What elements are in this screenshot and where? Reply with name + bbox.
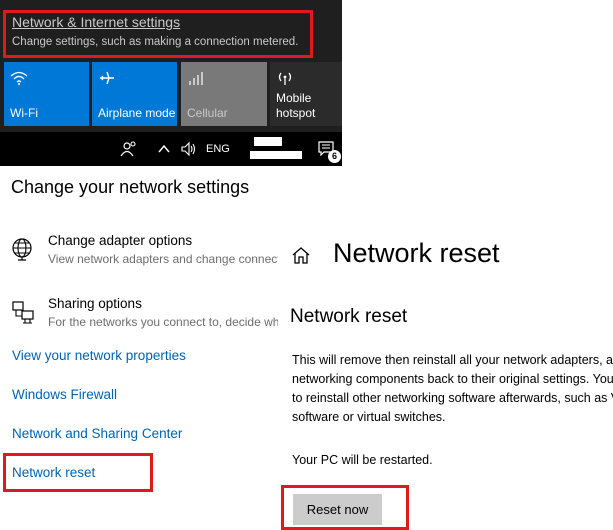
- wifi-tile[interactable]: Wi-Fi: [4, 62, 89, 126]
- change-adapter-options-title: Change adapter options: [48, 233, 193, 248]
- sharing-icon: [12, 301, 34, 324]
- network-sharing-center-link[interactable]: Network and Sharing Center: [12, 426, 182, 441]
- change-network-settings-title: Change your network settings: [11, 177, 250, 197]
- settings-link-highlight-box: [3, 10, 313, 58]
- change-adapter-options-subtitle: View network adapters and change connect…: [48, 252, 278, 266]
- airplane-mode-tile-label: Airplane mode: [98, 106, 176, 120]
- cellular-tile: Cellular: [181, 62, 267, 126]
- taskbar: ENG: [0, 132, 342, 166]
- sharing-options-title: Sharing options: [48, 296, 142, 311]
- change-adapter-options[interactable]: Change adapter options View network adap…: [0, 233, 278, 277]
- network-reset-page-title: Network reset: [333, 238, 500, 268]
- description-line-2: networking components back to their orig…: [292, 372, 613, 386]
- wifi-tile-label: Wi-Fi: [10, 106, 38, 120]
- chevron-up-icon[interactable]: [157, 140, 171, 158]
- restart-note: Your PC will be restarted.: [292, 453, 433, 467]
- network-reset-link-highlight-box: [3, 453, 153, 492]
- volume-icon[interactable]: [180, 140, 198, 158]
- network-reset-description: This will remove then reinstall all your…: [292, 351, 613, 427]
- network-reset-pane: Network reset Network reset This will re…: [278, 222, 613, 530]
- hotspot-icon: [278, 72, 292, 85]
- sharing-options-subtitle: For the networks you connect to, decide …: [48, 315, 278, 329]
- clock-redaction-bottom: [250, 151, 302, 159]
- airplane-icon: [100, 71, 114, 85]
- cellular-tile-label: Cellular: [187, 106, 228, 120]
- reset-now-highlight-box: [281, 485, 409, 530]
- home-icon[interactable]: [291, 245, 311, 265]
- notification-count-badge: 6: [328, 150, 341, 163]
- mobile-hotspot-label-line2: hotspot: [276, 106, 316, 120]
- description-line-3: to reinstall other networking software a…: [292, 391, 613, 405]
- mobile-hotspot-tile[interactable]: Mobile hotspot: [270, 62, 342, 126]
- airplane-mode-tile[interactable]: Airplane mode: [92, 62, 177, 126]
- cellular-icon: [189, 72, 203, 85]
- people-icon[interactable]: [120, 140, 138, 158]
- sharing-options[interactable]: Sharing options For the networks you con…: [0, 296, 278, 340]
- network-reset-heading: Network reset: [290, 306, 408, 327]
- language-indicator[interactable]: ENG: [206, 143, 230, 155]
- wifi-icon: [10, 71, 28, 85]
- mobile-hotspot-tile-label: Mobile hotspot: [276, 91, 315, 121]
- globe-icon: [12, 238, 32, 261]
- clock-redacted[interactable]: [250, 137, 305, 159]
- view-network-properties-link[interactable]: View your network properties: [12, 348, 186, 363]
- description-line-1: This will remove then reinstall all your…: [292, 353, 613, 367]
- description-line-4: software or virtual switches.: [292, 410, 446, 424]
- windows-firewall-link[interactable]: Windows Firewall: [12, 387, 117, 402]
- clock-redaction-top: [254, 137, 282, 146]
- mobile-hotspot-label-line1: Mobile: [276, 91, 312, 105]
